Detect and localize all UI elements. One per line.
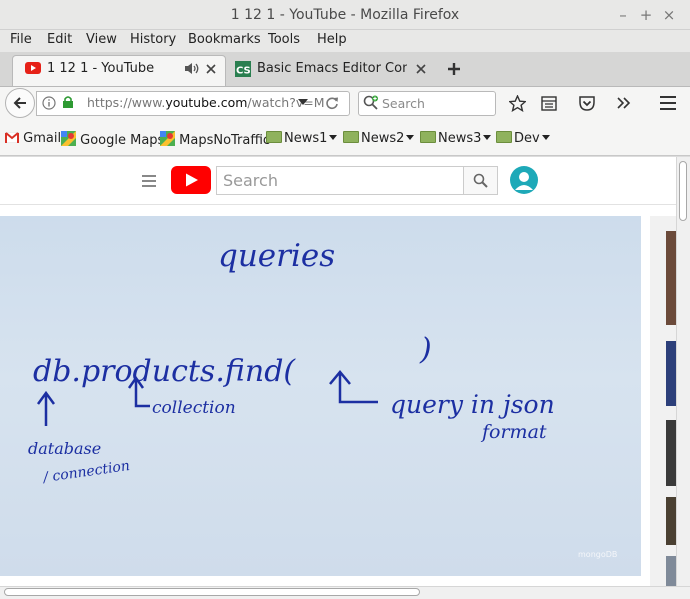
bookmark-folder-news2[interactable]: News2 [343,131,415,149]
search-engine-icon[interactable] [363,95,379,111]
handwriting-query: query in json [390,390,555,419]
menu-tools[interactable]: Tools [268,30,300,52]
handwriting-format: format [480,421,547,443]
info-icon[interactable] [42,96,56,110]
hamburger-menu-icon[interactable] [659,95,677,111]
folder-icon [496,131,512,143]
handwriting-database: database [28,439,101,458]
folder-icon [420,131,436,143]
tab-label-emacs: Basic Emacs Editor Com... [257,61,407,76]
avatar[interactable] [510,166,538,194]
chevron-down-icon [329,135,338,140]
folder-icon [343,131,359,143]
close-window-button[interactable]: × [659,5,679,25]
svg-text:CS: CS [236,66,251,77]
reading-list-icon[interactable] [541,96,557,111]
vertical-scrollbar[interactable] [676,157,690,587]
guide-menu-icon[interactable] [141,174,157,188]
chevron-down-icon [406,135,415,140]
menu-help[interactable]: Help [317,30,347,52]
bookmark-folder-news1[interactable]: News1 [266,131,338,149]
vertical-scrollbar-thumb[interactable] [679,161,687,221]
menu-edit[interactable]: Edit [47,30,72,52]
youtube-logo-icon[interactable] [171,166,211,194]
reload-icon[interactable] [325,96,339,110]
mongodb-watermark: mongoDB [578,550,617,559]
url-dropdown-icon[interactable] [298,99,308,107]
window-title: 1 12 1 - YouTube - Mozilla Firefox [230,7,460,23]
search-placeholder: Search [382,96,425,111]
menu-bookmarks[interactable]: Bookmarks [188,30,261,52]
menu-history[interactable]: History [130,30,176,52]
bookmark-maps-no-traffic[interactable]: MapsNoTraffic [160,131,270,149]
menu-file[interactable]: File [10,30,32,52]
bookmark-google-maps[interactable]: Google Maps [61,131,164,149]
maximize-button[interactable]: + [636,5,656,25]
minimize-button[interactable]: – [613,5,633,25]
handwriting-heading: queries [218,238,335,274]
folder-icon [266,131,282,143]
handwriting-paren-close: ) [419,332,432,367]
close-tab-icon[interactable] [416,64,426,74]
pocket-icon[interactable] [579,96,595,111]
menu-view[interactable]: View [86,30,117,52]
chevron-down-icon [541,135,550,140]
maps-icon [160,131,175,146]
maps-icon [61,131,76,146]
youtube-search-placeholder: Search [223,171,278,190]
related-thumbnail[interactable] [666,231,676,325]
bookmark-star-icon[interactable] [509,95,526,112]
lock-icon [63,96,73,108]
youtube-favicon-icon [25,62,41,74]
related-thumbnail[interactable] [666,556,676,586]
speaker-icon[interactable] [184,62,200,75]
close-tab-icon[interactable] [206,64,216,74]
bookmark-folder-news3[interactable]: News3 [420,131,492,149]
related-thumbnail[interactable] [666,420,676,486]
overflow-chevron-icon[interactable] [617,97,631,109]
bookmark-folder-dev[interactable]: Dev [496,131,550,149]
bookmark-gmail[interactable]: Gmail [4,131,61,149]
arrow-query-icon [329,370,378,404]
handwriting-code: db.products.find( [33,354,296,389]
gmail-icon [4,131,20,144]
whiteboard-drawing: queries db.products.find( ) database / c… [28,238,617,559]
chevron-down-icon [483,135,492,140]
url-text[interactable]: https://www.youtube.com/watch?v=M [87,95,325,110]
new-tab-icon[interactable] [447,62,461,76]
search-icon [473,173,488,188]
related-thumbnail[interactable] [666,341,676,406]
arrow-database-icon [36,390,56,426]
tab-label-youtube: 1 12 1 - YouTube [47,61,155,76]
horizontal-scrollbar-thumb[interactable] [4,588,420,596]
handwriting-collection: collection [152,398,236,418]
related-thumbnail[interactable] [666,497,676,545]
cs-favicon-icon: CS [235,61,251,77]
handwriting-connection: / connection [40,458,131,486]
back-arrow-icon [13,97,26,109]
